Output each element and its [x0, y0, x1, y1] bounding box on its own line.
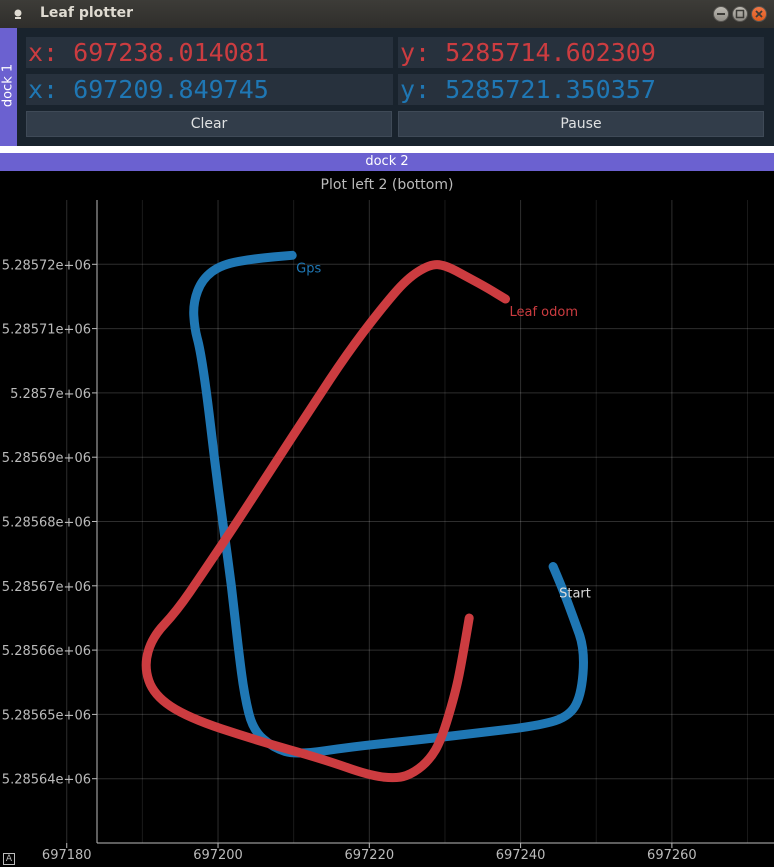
x-tick-label: 697240 — [496, 848, 546, 863]
y-tick-label: 5.28566e+06 — [2, 644, 91, 659]
y-tick-label: 5.28572e+06 — [2, 258, 91, 273]
y-tick-label: 5.28571e+06 — [2, 323, 91, 338]
start-annotation: Start — [559, 587, 591, 602]
y-tick-label: 5.28565e+06 — [2, 708, 91, 723]
y-tick-label: 5.2857e+06 — [10, 387, 91, 402]
y-tick-label: 5.28564e+06 — [2, 773, 91, 788]
y-tick-label: 5.28568e+06 — [2, 516, 91, 531]
x-tick-label: 697220 — [344, 848, 394, 863]
gps-series-label: Gps — [296, 261, 321, 276]
x-tick-label: 697200 — [193, 848, 243, 863]
x-tick-label: 697260 — [647, 848, 697, 863]
leaf-odom-series-label: Leaf odom — [509, 305, 578, 320]
y-tick-label: 5.28569e+06 — [2, 451, 91, 466]
x-tick-label: 697180 — [42, 848, 92, 863]
trajectory-plot[interactable]: 697180 697200 697220 697240 697260 5.28564e+0… — [0, 0, 774, 867]
y-tick-label: 5.28567e+06 — [2, 580, 91, 595]
auto-range-icon[interactable]: A — [3, 853, 15, 865]
